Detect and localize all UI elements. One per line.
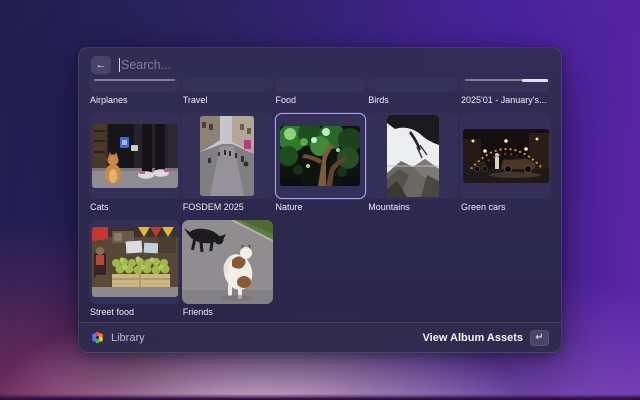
album-tile-friends[interactable]	[182, 220, 273, 304]
library-source: Library	[91, 331, 145, 344]
fruit-market-stall-photo	[92, 227, 178, 297]
back-button[interactable]: ←	[91, 56, 111, 74]
album-tile-travel[interactable]	[182, 79, 273, 92]
bird-over-mountain-photo	[387, 115, 439, 197]
view-album-assets-action[interactable]: View Album Assets ↵	[423, 330, 549, 346]
tree-canopy-photo	[280, 126, 360, 186]
album-tile-birds[interactable]	[367, 79, 458, 92]
search-photos-panel: ← Airplanes Travel Food Birds 2025'01 - …	[78, 47, 562, 353]
album-tile-fosdem-2025[interactable]	[182, 113, 273, 199]
album-tile-2025-01[interactable]	[460, 79, 551, 92]
footer-bar: Library View Album Assets ↵	[79, 322, 561, 352]
city-street-photo	[200, 116, 254, 196]
album-tile-green-cars[interactable]	[460, 113, 551, 199]
album-label: Airplanes	[90, 95, 179, 106]
search-input[interactable]	[120, 58, 549, 72]
album-label: FOSDEM 2025	[183, 202, 272, 213]
two-dogs-on-road-photo	[182, 220, 273, 304]
album-label: Birds	[368, 95, 457, 106]
album-tile-food[interactable]	[275, 79, 366, 92]
arrow-left-icon: ←	[96, 60, 107, 71]
album-label: 2025'01 - January's...	[461, 95, 550, 106]
album-grid-row-1: Airplanes Travel Food Birds 2025'01 - Ja…	[79, 79, 561, 113]
search-field-wrap	[119, 58, 549, 72]
album-tile-cats[interactable]	[89, 113, 180, 199]
album-label: Food	[276, 95, 365, 106]
cat-beside-person-legs-photo	[92, 124, 178, 188]
album-label: Street food	[90, 307, 179, 318]
album-tile-nature[interactable]	[275, 113, 366, 199]
album-tile-airplanes[interactable]	[89, 79, 180, 92]
library-label: Library	[111, 332, 145, 344]
search-bar: ←	[79, 48, 561, 79]
album-grid-row-2: Cats	[79, 113, 561, 220]
return-key-icon: ↵	[530, 330, 549, 346]
album-tile-street-food[interactable]	[89, 220, 180, 304]
photos-pinwheel-icon	[91, 331, 104, 344]
album-label: Nature	[276, 202, 365, 213]
night-car-scene-photo	[463, 129, 549, 183]
album-label: Mountains	[368, 202, 457, 213]
view-album-assets-label: View Album Assets	[423, 332, 523, 344]
album-label: Green cars	[461, 202, 550, 213]
album-grid-row-3: Street food	[79, 220, 561, 325]
album-label: Travel	[183, 95, 272, 106]
album-label: Friends	[183, 307, 272, 318]
album-label: Cats	[90, 202, 179, 213]
album-tile-mountains[interactable]	[367, 113, 458, 199]
